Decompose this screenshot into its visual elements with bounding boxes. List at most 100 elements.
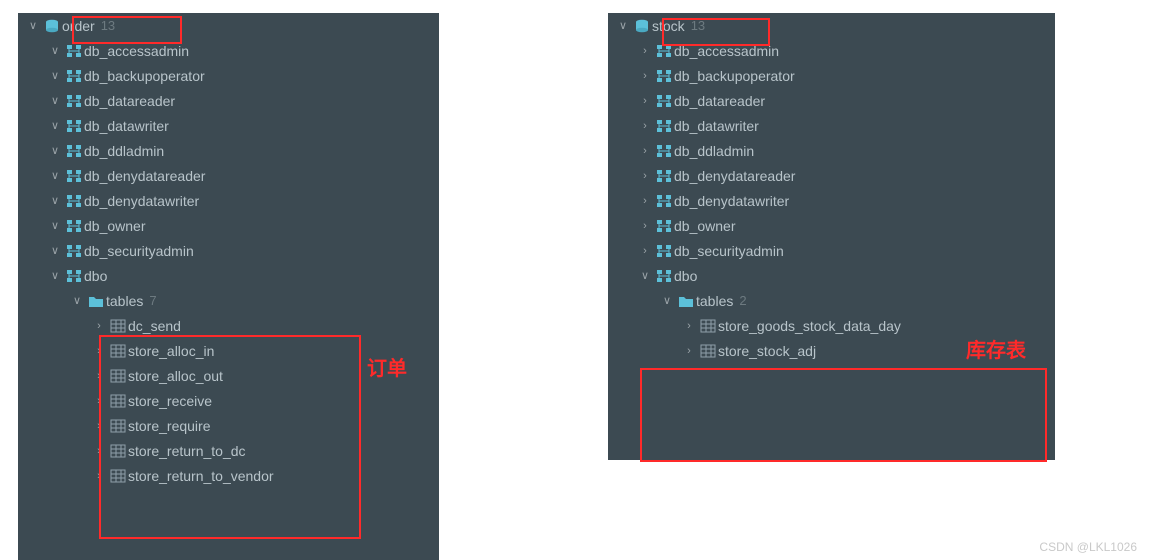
schema-item[interactable]: ∨db_denydatareader <box>18 163 439 188</box>
schema-dbo[interactable]: ∨ dbo <box>608 263 1055 288</box>
chevron-right-icon: › <box>636 245 654 257</box>
schema-label: db_securityadmin <box>84 243 194 259</box>
chevron-right-icon: › <box>636 220 654 232</box>
schema-icon <box>64 94 84 108</box>
schema-label: db_denydatawriter <box>674 193 789 209</box>
folder-label: tables <box>106 293 143 309</box>
schema-item[interactable]: ∨db_backupoperator <box>18 63 439 88</box>
schema-label: db_ddladmin <box>674 143 754 159</box>
schema-icon <box>654 69 674 83</box>
chevron-right-icon: › <box>636 70 654 82</box>
table-label: store_receive <box>128 393 212 409</box>
chevron-right-icon: › <box>636 45 654 57</box>
schema-item[interactable]: ∨db_denydatawriter <box>18 188 439 213</box>
chevron-right-icon: › <box>636 195 654 207</box>
chevron-right-icon: › <box>636 145 654 157</box>
schema-label: db_ddladmin <box>84 143 164 159</box>
chevron-down-icon: ∨ <box>636 269 654 282</box>
schema-label: db_owner <box>674 218 736 234</box>
table-icon <box>108 419 128 433</box>
schema-item[interactable]: › db_ddladmin <box>608 138 1055 163</box>
schema-icon <box>654 94 674 108</box>
table-item[interactable]: ›dc_send <box>18 313 439 338</box>
schema-item[interactable]: ›db_datareader <box>608 88 1055 113</box>
schema-item[interactable]: › db_owner <box>608 213 1055 238</box>
chevron-down-icon: ∨ <box>46 119 64 132</box>
schema-item[interactable]: › db_backupoperator <box>608 63 1055 88</box>
table-label: store_require <box>128 418 211 434</box>
schema-icon <box>654 269 674 283</box>
table-label: store_goods_stock_data_day <box>718 318 901 334</box>
db-count-badge: 13 <box>101 18 115 33</box>
schema-dbo[interactable]: ∨ dbo <box>18 263 439 288</box>
tree-root-order[interactable]: ∨ order 13 <box>18 13 439 38</box>
schema-label: db_datareader <box>674 93 765 109</box>
schema-label: db_datareader <box>84 93 175 109</box>
schema-item[interactable]: › db_denydatareader <box>608 163 1055 188</box>
chevron-down-icon: ∨ <box>46 269 64 282</box>
table-icon <box>108 394 128 408</box>
schema-item[interactable]: › db_datawriter <box>608 113 1055 138</box>
db-name-label: stock <box>652 18 685 34</box>
chevron-right-icon: › <box>90 370 108 382</box>
chevron-down-icon: ∨ <box>614 19 632 32</box>
schema-item[interactable]: ∨ db_securityadmin <box>18 238 439 263</box>
schema-item[interactable]: › db_denydatawriter <box>608 188 1055 213</box>
schema-label: db_denydatareader <box>674 168 795 184</box>
table-label: store_return_to_vendor <box>128 468 274 484</box>
schema-icon <box>64 144 84 158</box>
schema-icon <box>64 119 84 133</box>
schema-label: dbo <box>674 268 697 284</box>
schema-icon <box>654 144 674 158</box>
schema-icon <box>64 194 84 208</box>
chevron-down-icon: ∨ <box>46 94 64 107</box>
schema-label: db_denydatawriter <box>84 193 199 209</box>
schema-item[interactable]: ∨ db_datareader <box>18 88 439 113</box>
schema-item[interactable]: ∨ db_ddladmin <box>18 138 439 163</box>
schema-item[interactable]: ›db_accessadmin <box>608 38 1055 63</box>
chevron-right-icon: › <box>680 320 698 332</box>
schema-item[interactable]: ∨db_owner <box>18 213 439 238</box>
schema-label: db_accessadmin <box>84 43 189 59</box>
chevron-right-icon: › <box>90 395 108 407</box>
tables-folder[interactable]: ∨ tables 7 <box>18 288 439 313</box>
chevron-right-icon: › <box>636 170 654 182</box>
table-item[interactable]: › store_return_to_dc <box>18 438 439 463</box>
annotation-stock: 库存表 <box>966 334 1026 363</box>
chevron-down-icon: ∨ <box>46 69 64 82</box>
schema-icon <box>64 69 84 83</box>
table-icon <box>108 319 128 333</box>
schema-icon <box>654 244 674 258</box>
chevron-right-icon: › <box>636 120 654 132</box>
table-item[interactable]: › store_return_to_vendor <box>18 463 439 488</box>
table-item[interactable]: › store_receive <box>18 388 439 413</box>
table-label: store_return_to_dc <box>128 443 246 459</box>
chevron-right-icon: › <box>90 470 108 482</box>
watermark: CSDN @LKL1026 <box>1039 540 1137 554</box>
tree-root-stock[interactable]: ∨ stock 13 <box>608 13 1055 38</box>
schema-label: db_backupoperator <box>674 68 795 84</box>
schema-icon <box>64 44 84 58</box>
schema-icon <box>654 119 674 133</box>
chevron-right-icon: › <box>680 345 698 357</box>
folder-label: tables <box>696 293 733 309</box>
db-name-label: order <box>62 18 95 34</box>
table-label: store_stock_adj <box>718 343 816 359</box>
table-item[interactable]: ›store_require <box>18 413 439 438</box>
table-icon <box>698 344 718 358</box>
table-label: store_alloc_out <box>128 368 223 384</box>
chevron-down-icon: ∨ <box>46 219 64 232</box>
schema-item[interactable]: ∨db_datawriter <box>18 113 439 138</box>
chevron-down-icon: ∨ <box>658 294 676 307</box>
chevron-down-icon: ∨ <box>46 244 64 257</box>
schema-label: db_datawriter <box>674 118 759 134</box>
schema-label: db_denydatareader <box>84 168 205 184</box>
table-label: dc_send <box>128 318 181 334</box>
schema-item[interactable]: ›db_securityadmin <box>608 238 1055 263</box>
schema-icon <box>654 169 674 183</box>
chevron-right-icon: › <box>90 445 108 457</box>
chevron-down-icon: ∨ <box>46 144 64 157</box>
schema-item[interactable]: ∨db_accessadmin <box>18 38 439 63</box>
tables-folder[interactable]: ∨ tables 2 <box>608 288 1055 313</box>
database-icon <box>42 18 62 34</box>
